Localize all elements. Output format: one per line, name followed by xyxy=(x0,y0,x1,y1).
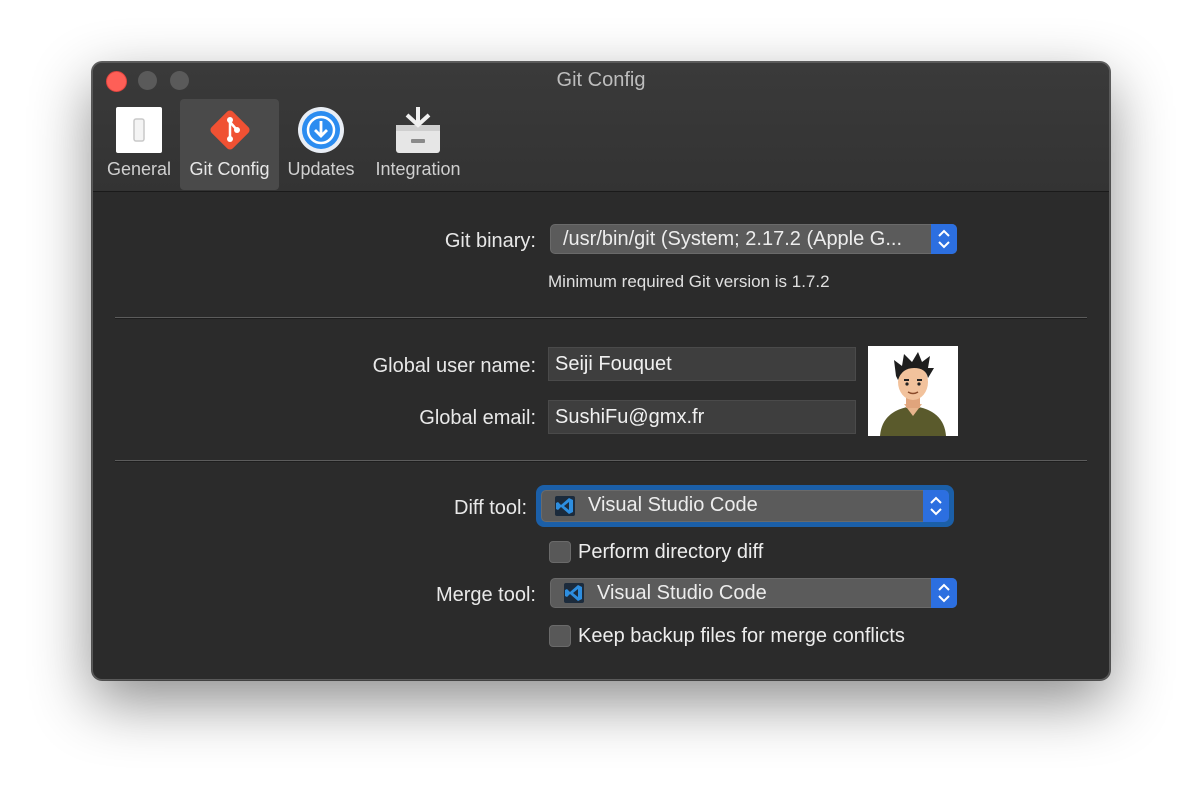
vscode-icon xyxy=(555,496,575,516)
backup-files-checkbox[interactable] xyxy=(549,625,571,647)
user-name-value: Seiji Fouquet xyxy=(555,353,672,375)
merge-tool-popup[interactable]: Visual Studio Code xyxy=(550,578,957,608)
avatar[interactable] xyxy=(868,346,958,436)
vscode-icon xyxy=(564,583,584,603)
separator xyxy=(115,317,1087,319)
directory-diff-checkbox[interactable] xyxy=(549,541,571,563)
diff-tool-label: Diff tool: xyxy=(454,497,527,519)
tab-general-label: General xyxy=(106,159,172,179)
merge-tool-value: Visual Studio Code xyxy=(597,582,767,604)
email-label: Global email: xyxy=(419,407,536,429)
user-name-label: Global user name: xyxy=(372,355,536,377)
git-icon xyxy=(209,110,250,150)
tab-git-config[interactable]: Git Config xyxy=(180,99,279,190)
switch-icon xyxy=(116,107,162,153)
separator xyxy=(115,460,1087,462)
tab-integration-label: Integration xyxy=(375,159,461,179)
backup-files-label: Keep backup files for merge conflicts xyxy=(578,625,905,647)
diff-tool-popup[interactable]: Visual Studio Code xyxy=(541,490,949,522)
tab-updates-label: Updates xyxy=(287,159,355,179)
preferences-window: Git Config General Git Config Updates In… xyxy=(92,62,1110,680)
min-version-note: Minimum required Git version is 1.7.2 xyxy=(548,272,830,291)
git-binary-popup[interactable]: /usr/bin/git (System; 2.17.2 (Apple G... xyxy=(550,224,957,254)
titlebar: Git Config General Git Config Updates In… xyxy=(93,63,1109,192)
email-field[interactable]: SushiFu@gmx.fr xyxy=(548,400,856,434)
chevron-up-down-icon xyxy=(931,224,957,254)
git-binary-label: Git binary: xyxy=(444,230,536,252)
chevron-up-down-icon xyxy=(923,490,949,522)
download-icon xyxy=(298,107,344,153)
avatar-image xyxy=(868,346,958,436)
inbox-tray-icon xyxy=(396,107,440,153)
merge-tool-label: Merge tool: xyxy=(435,584,536,606)
tab-git-config-label: Git Config xyxy=(189,159,270,179)
email-value: SushiFu@gmx.fr xyxy=(555,406,705,428)
window-title: Git Config xyxy=(556,69,646,91)
tab-updates[interactable]: Updates xyxy=(283,99,359,190)
diff-tool-value: Visual Studio Code xyxy=(588,494,758,516)
tab-general[interactable]: General xyxy=(103,99,175,190)
chevron-up-down-icon xyxy=(931,578,957,608)
directory-diff-label: Perform directory diff xyxy=(578,541,764,563)
user-name-field[interactable]: Seiji Fouquet xyxy=(548,347,856,381)
git-binary-value: /usr/bin/git (System; 2.17.2 (Apple G... xyxy=(563,228,903,250)
tab-integration[interactable]: Integration xyxy=(367,99,469,190)
